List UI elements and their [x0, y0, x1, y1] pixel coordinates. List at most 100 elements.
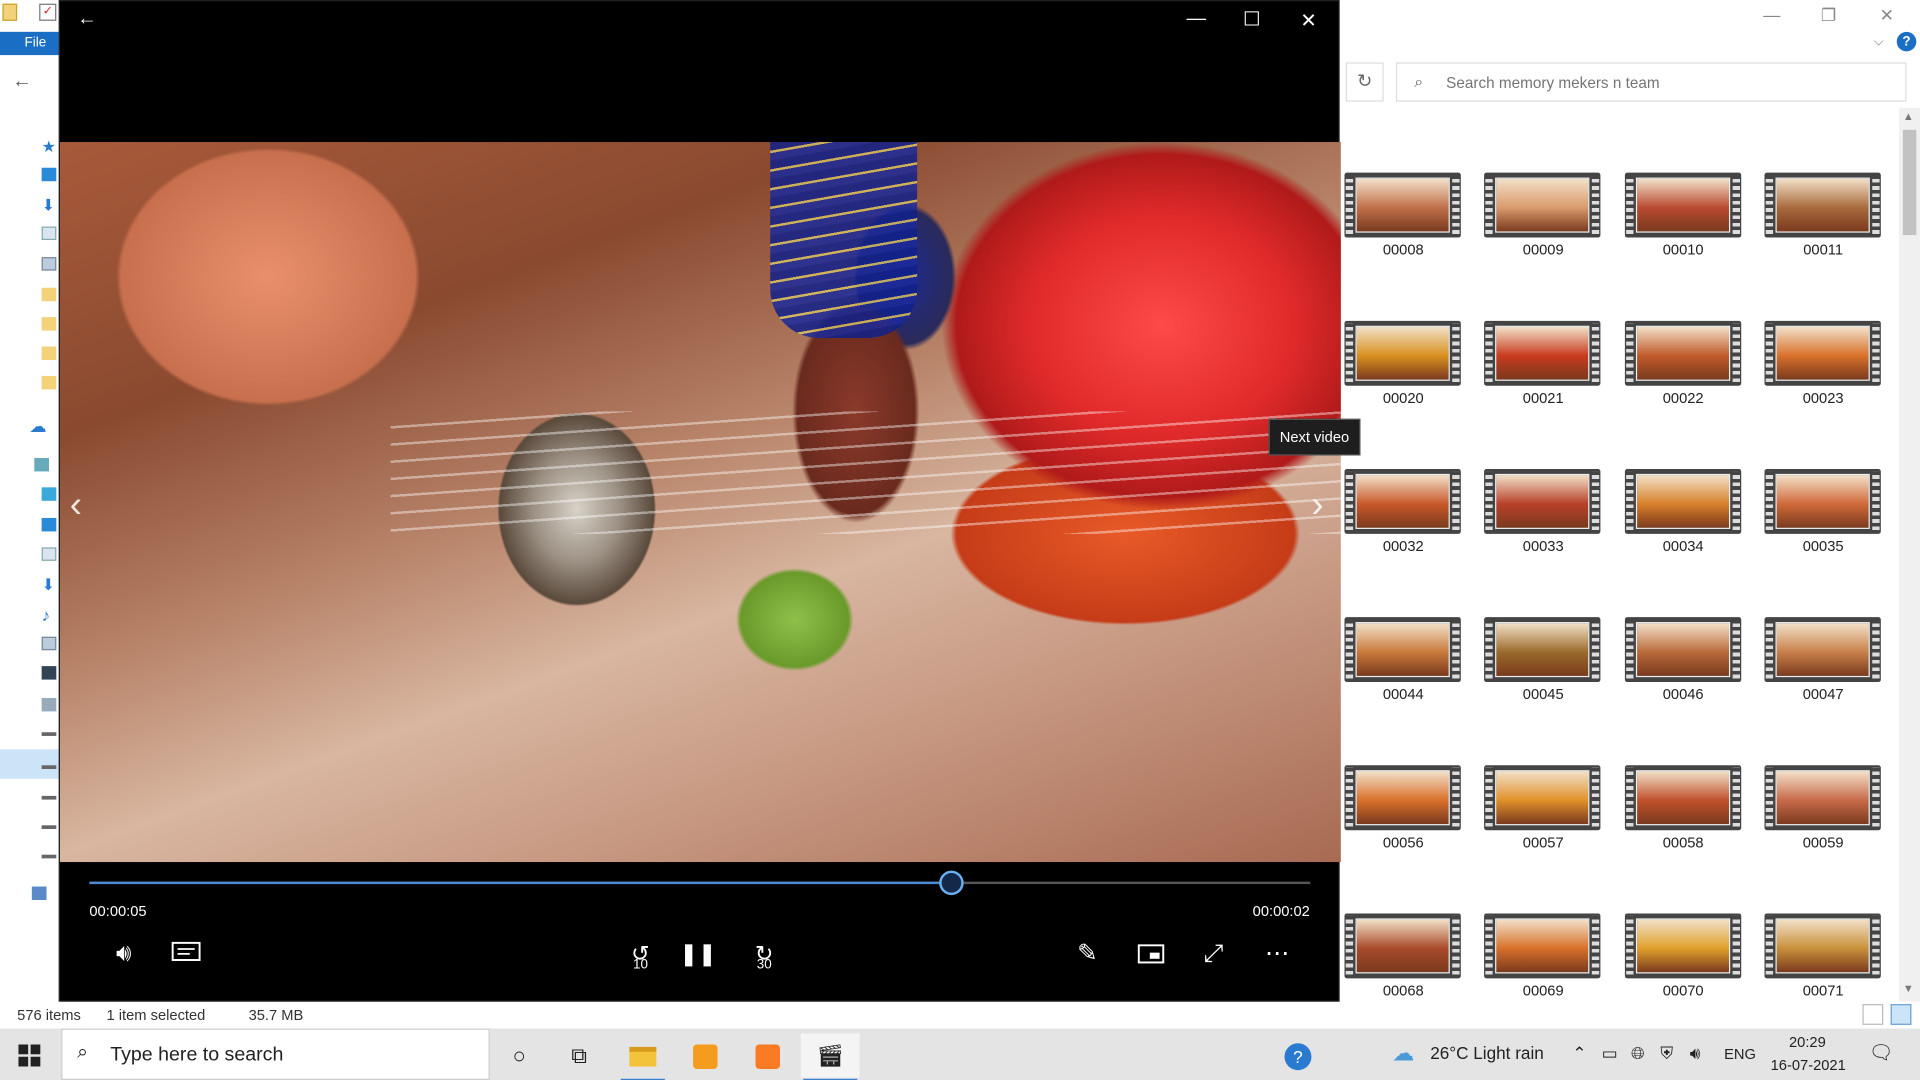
chevron-down-icon[interactable]: ⌵: [1873, 34, 1883, 50]
search-box[interactable]: ⌕: [1395, 62, 1907, 102]
scroll-down-icon[interactable]: ▼: [1903, 982, 1914, 994]
show-hidden-icons-chevron[interactable]: ⌃: [1572, 1043, 1586, 1064]
thumbnail-item[interactable]: 00058: [1622, 764, 1762, 912]
close-icon[interactable]: ✕: [1300, 9, 1316, 33]
mini-view-icon[interactable]: [1131, 934, 1170, 973]
thumbnail-item[interactable]: 00033: [1482, 468, 1622, 616]
thumbnail-item[interactable]: 00020: [1342, 320, 1482, 468]
thumbnail-item[interactable]: 00023: [1762, 320, 1902, 468]
drive-icon[interactable]: [41, 795, 57, 800]
seek-bar[interactable]: [89, 870, 1311, 896]
file-explorer-taskbar-icon[interactable]: [618, 1033, 667, 1080]
volume-icon[interactable]: 🔊︎: [104, 934, 143, 973]
skip-back-10-button[interactable]: ↺ 10: [616, 934, 665, 973]
quick-access-star-icon[interactable]: ★: [42, 137, 57, 155]
task-view-icon[interactable]: ⧉: [555, 1033, 604, 1077]
documents-icon[interactable]: [41, 226, 57, 240]
thumbnail-item[interactable]: 00046: [1622, 616, 1762, 764]
language-indicator[interactable]: ENG: [1724, 1046, 1756, 1063]
documents-icon[interactable]: [41, 547, 57, 561]
thumbnail-item[interactable]: 00059: [1762, 764, 1902, 912]
subtitles-icon[interactable]: [167, 934, 206, 973]
next-video-icon[interactable]: ›: [1311, 485, 1323, 527]
battery-icon[interactable]: ▭: [1602, 1043, 1618, 1064]
thumbnail-item[interactable]: 00047: [1762, 616, 1902, 764]
thumbnail-item[interactable]: 00009: [1482, 171, 1622, 319]
fullscreen-icon[interactable]: ⤢: [1194, 934, 1233, 973]
pictures-icon[interactable]: [41, 636, 57, 651]
thumbnail-item[interactable]: 00045: [1482, 616, 1622, 764]
pause-button[interactable]: ❚❚: [678, 934, 717, 973]
thumbnail-item[interactable]: 00044: [1342, 616, 1482, 764]
desktop-icon[interactable]: [41, 167, 57, 182]
back-arrow-icon[interactable]: ←: [12, 71, 32, 93]
cortana-icon[interactable]: ○: [495, 1033, 544, 1077]
drive-icon[interactable]: [41, 732, 57, 736]
scroll-up-icon[interactable]: ▲: [1903, 110, 1914, 122]
weather-text[interactable]: 26°C Light rain: [1430, 1043, 1544, 1063]
start-windows-icon[interactable]: [5, 1033, 54, 1077]
downloads-icon[interactable]: ⬇: [42, 576, 57, 594]
music-icon[interactable]: ♪: [42, 605, 57, 625]
clock-time[interactable]: 20:29: [1789, 1033, 1826, 1050]
videos-icon[interactable]: [41, 666, 57, 680]
previous-video-icon[interactable]: ‹: [70, 485, 82, 527]
minimize-icon[interactable]: —: [1187, 9, 1207, 31]
edit-pencil-icon[interactable]: ✎: [1068, 934, 1107, 973]
drive-icon[interactable]: [41, 825, 57, 829]
video-frame[interactable]: ‹ ›: [60, 142, 1341, 863]
thumbnail-item[interactable]: 00035: [1762, 468, 1902, 616]
local-disk-icon[interactable]: [41, 697, 57, 712]
thumbnail-item[interactable]: 00034: [1622, 468, 1762, 616]
restore-icon[interactable]: ❐: [1821, 5, 1836, 26]
refresh-button[interactable]: ↻: [1345, 62, 1384, 102]
drive-icon[interactable]: [41, 854, 57, 859]
folder-icon[interactable]: [41, 317, 57, 331]
thumbnail-item[interactable]: 00008: [1342, 171, 1482, 319]
minimize-icon[interactable]: —: [1763, 5, 1780, 25]
notifications-icon[interactable]: 🗨︎: [1869, 1041, 1894, 1065]
properties-icon[interactable]: ✓: [39, 3, 57, 21]
maximize-icon[interactable]: ☐: [1243, 7, 1261, 31]
help-icon[interactable]: ?: [1896, 31, 1917, 52]
folder-icon[interactable]: [41, 346, 57, 360]
back-arrow-icon[interactable]: ←: [77, 9, 97, 31]
file-tab[interactable]: File: [0, 31, 59, 56]
vertical-scrollbar[interactable]: ▲ ▼: [1899, 107, 1920, 1002]
taskbar-search-box[interactable]: ⌕ Type here to search: [61, 1028, 490, 1080]
more-options-icon[interactable]: ⋯: [1258, 934, 1297, 973]
large-icons-view-button[interactable]: [1890, 1004, 1912, 1025]
close-icon[interactable]: ✕: [1880, 5, 1894, 26]
scrollbar-thumb[interactable]: [1902, 129, 1917, 236]
this-pc-icon[interactable]: [34, 457, 49, 472]
xampp-taskbar-icon[interactable]: [743, 1033, 792, 1077]
thumbnail-item[interactable]: 00010: [1622, 171, 1762, 319]
movies-tv-taskbar-icon[interactable]: 🎬︎: [800, 1033, 860, 1080]
help-tray-icon[interactable]: ?: [1273, 1033, 1322, 1077]
onedrive-icon[interactable]: ☁: [29, 416, 46, 436]
details-view-button[interactable]: [1862, 1004, 1884, 1025]
network-globe-icon[interactable]: 🌐︎: [1631, 1043, 1645, 1064]
weather-cloud-icon[interactable]: ☁: [1392, 1041, 1414, 1067]
skip-forward-30-button[interactable]: ↻ 30: [740, 934, 789, 973]
network-icon[interactable]: [31, 886, 47, 900]
speaker-icon[interactable]: 🔊︎: [1690, 1043, 1701, 1064]
thumbnail-item[interactable]: 00021: [1482, 320, 1622, 468]
seek-handle[interactable]: [939, 870, 964, 896]
thumbnail-item[interactable]: 00032: [1342, 468, 1482, 616]
selected-tree-item[interactable]: [0, 749, 59, 779]
thumbnail-item[interactable]: 00056: [1342, 764, 1482, 912]
folder-icon[interactable]: [41, 375, 57, 390]
drive-icon[interactable]: [41, 765, 57, 769]
sublime-text-taskbar-icon[interactable]: [681, 1033, 730, 1077]
security-icon[interactable]: ⛨: [1660, 1043, 1673, 1064]
search-input[interactable]: [1446, 71, 1887, 96]
folder-icon[interactable]: [41, 287, 57, 302]
thumbnail-item[interactable]: 00022: [1622, 320, 1762, 468]
3d-objects-icon[interactable]: [41, 487, 57, 501]
thumbnail-item[interactable]: 00057: [1482, 764, 1622, 912]
clock-date[interactable]: 16-07-2021: [1771, 1057, 1846, 1074]
downloads-icon[interactable]: ⬇: [42, 196, 57, 214]
thumbnail-item[interactable]: 00011: [1762, 171, 1902, 319]
pictures-icon[interactable]: [41, 257, 57, 271]
